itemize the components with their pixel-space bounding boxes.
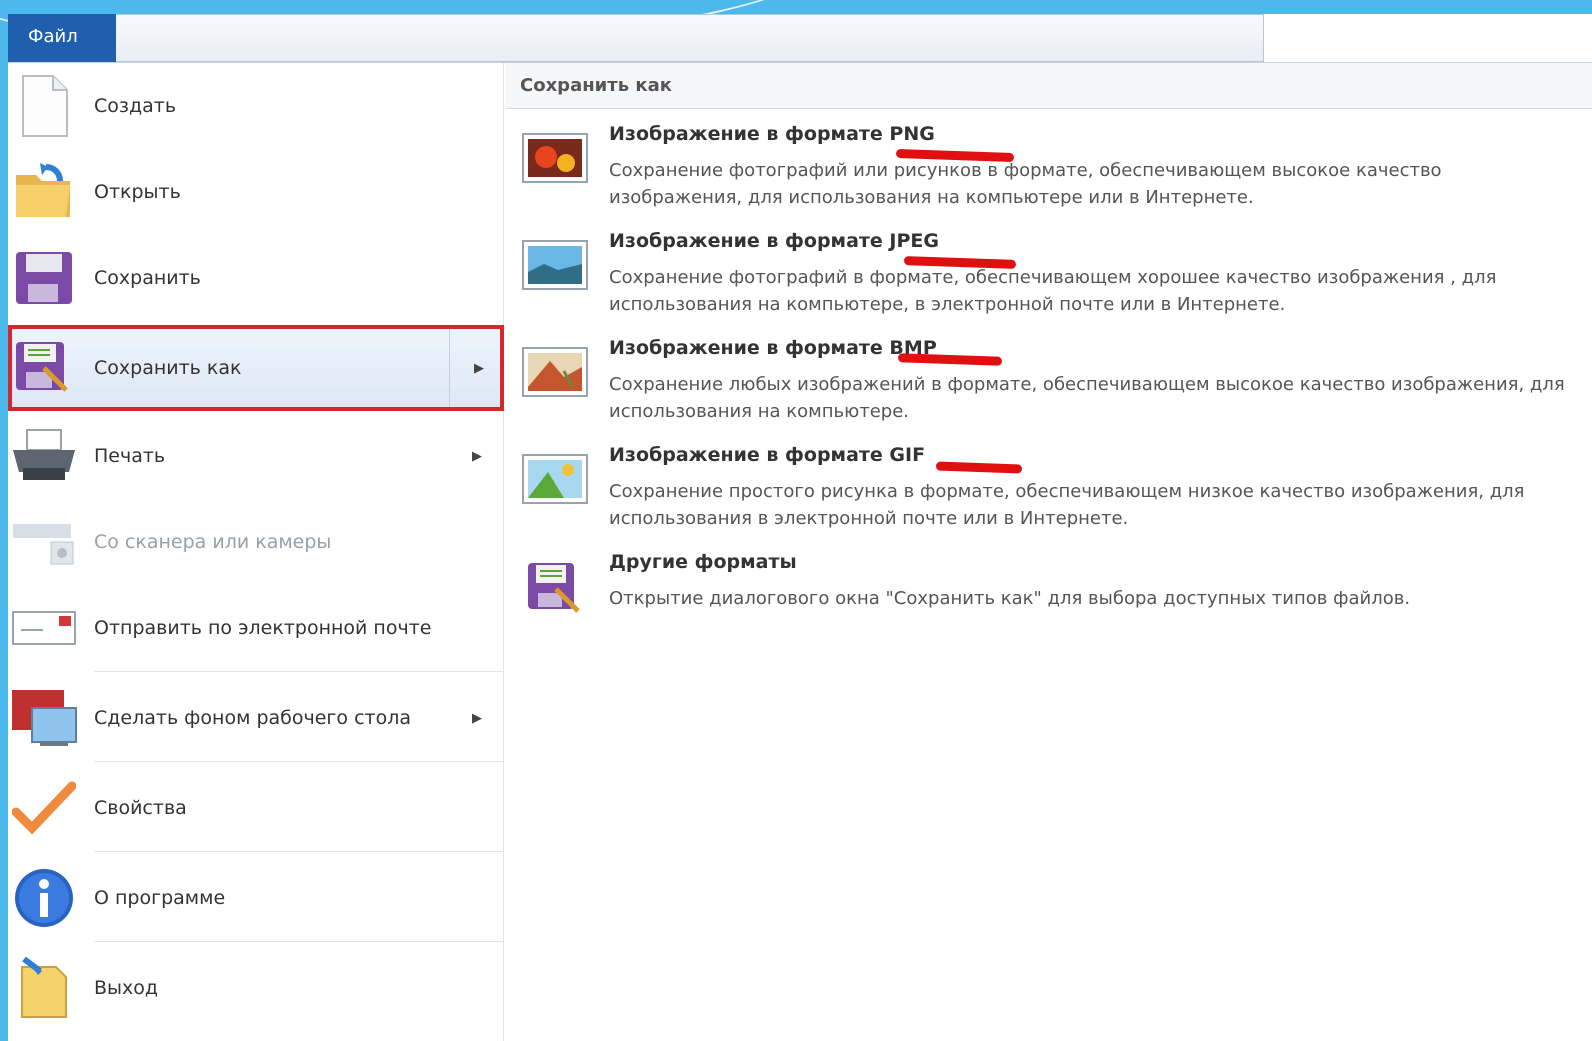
submenu-arrow-icon: ▶ (472, 448, 482, 464)
gif-image-icon (522, 454, 588, 504)
menu-item-about[interactable]: О программе (8, 855, 504, 941)
format-title: Изображение в формате BMP (609, 337, 937, 359)
menu-separator (94, 671, 504, 672)
menu-item-exit[interactable]: Выход (8, 945, 504, 1031)
menu-item-label: Сохранить как (94, 357, 242, 379)
format-option-jpeg[interactable]: Изображение в формате JPEG Сохранение фо… (506, 230, 1592, 330)
menu-item-print[interactable]: Печать ▶ (8, 413, 504, 499)
format-option-gif[interactable]: Изображение в формате GIF Сохранение про… (506, 444, 1592, 544)
floppy-disk-icon (8, 242, 80, 314)
menu-separator (94, 851, 504, 852)
file-menu-commands: Создать Открыть Сохранить Сохранить как … (8, 63, 504, 1041)
printer-icon (8, 420, 80, 492)
info-icon (8, 862, 80, 934)
menu-item-new[interactable]: Создать (8, 63, 504, 149)
ribbon-bar (8, 14, 1264, 62)
jpeg-image-icon (522, 240, 588, 290)
format-option-png[interactable]: Изображение в формате PNG Сохранение фот… (506, 123, 1592, 223)
menu-separator (94, 941, 504, 942)
save-as-icon (8, 332, 80, 404)
menu-item-properties[interactable]: Свойства (8, 765, 504, 851)
menu-item-save-as[interactable]: Сохранить как ▶ (8, 325, 504, 411)
submenu-arrow-icon: ▶ (474, 360, 484, 376)
format-title: Другие форматы (609, 551, 797, 573)
checkmark-icon (8, 772, 80, 844)
file-tab[interactable]: Файл (8, 14, 116, 62)
menu-item-label: Сохранить (94, 267, 201, 289)
menu-item-label: Открыть (94, 181, 181, 203)
menu-item-label: Свойства (94, 797, 187, 819)
png-image-icon (522, 133, 588, 183)
format-description: Сохранение любых изображений в формате, … (609, 374, 1565, 422)
format-option-bmp[interactable]: Изображение в формате BMP Сохранение люб… (506, 337, 1592, 437)
desktop-background-icon (8, 682, 80, 754)
format-description: Сохранение простого рисунка в формате, о… (609, 481, 1525, 529)
format-description: Открытие диалогового окна "Сохранить как… (609, 588, 1411, 609)
menu-item-label: Со сканера или камеры (94, 531, 332, 553)
format-description: Сохранение фотографий в формате, обеспеч… (609, 267, 1497, 315)
save-as-submenu: Сохранить как Изображение в формате PNG … (506, 63, 1592, 1041)
ribbon-blank-area (1264, 14, 1592, 62)
menu-item-label: О программе (94, 887, 226, 909)
format-title: Изображение в формате GIF (609, 444, 926, 466)
menu-item-label: Выход (94, 977, 159, 999)
save-as-icon (526, 561, 592, 613)
menu-item-scanner: Со сканера или камеры (8, 499, 504, 585)
scanner-icon (8, 506, 80, 578)
file-menu: Создать Открыть Сохранить Сохранить как … (8, 62, 1592, 1041)
format-option-other[interactable]: Другие форматы Открытие диалогового окна… (506, 551, 1592, 651)
menu-item-save[interactable]: Сохранить (8, 235, 504, 321)
menu-item-label: Сделать фоном рабочего стола (94, 707, 412, 729)
menu-item-desktop-background[interactable]: Сделать фоном рабочего стола ▶ (8, 675, 504, 761)
submenu-arrow-icon: ▶ (472, 710, 482, 726)
envelope-icon (8, 592, 80, 664)
format-description: Сохранение фотографий или рисунков в фор… (609, 160, 1442, 208)
exit-icon (8, 952, 80, 1024)
format-title: Изображение в формате JPEG (609, 230, 939, 252)
menu-separator (94, 761, 504, 762)
submenu-divider (449, 329, 450, 407)
menu-item-open[interactable]: Открыть (8, 149, 504, 235)
bmp-image-icon (522, 347, 588, 397)
submenu-header: Сохранить как (506, 63, 1592, 109)
menu-item-label: Отправить по электронной почте (94, 617, 432, 639)
menu-item-label: Печать (94, 445, 166, 467)
open-folder-icon (8, 156, 80, 228)
menu-item-email[interactable]: Отправить по электронной почте (8, 585, 504, 671)
new-document-icon (8, 70, 80, 142)
format-title: Изображение в формате PNG (609, 123, 935, 145)
menu-item-label: Создать (94, 95, 177, 117)
